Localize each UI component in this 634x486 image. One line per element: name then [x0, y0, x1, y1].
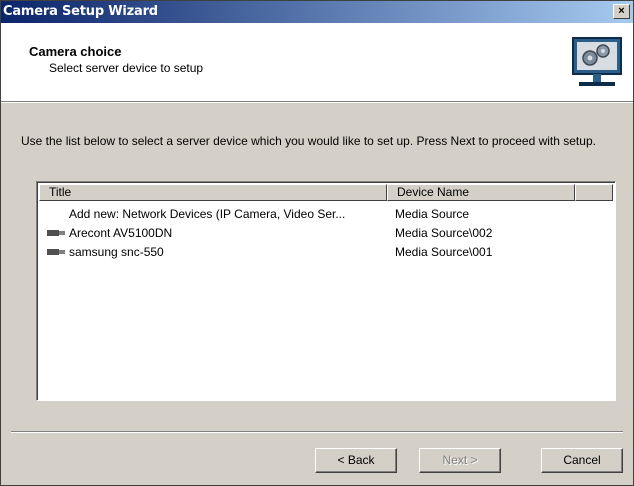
- column-header-title[interactable]: Title: [39, 184, 387, 201]
- header-title: Camera choice: [29, 44, 122, 59]
- next-button[interactable]: Next >: [419, 448, 501, 473]
- gears-monitor-icon: [572, 37, 622, 86]
- list-item-title-text: samsung snc-550: [69, 245, 164, 259]
- wizard-header: Camera choice Select server device to se…: [1, 23, 633, 102]
- cancel-button[interactable]: Cancel: [541, 448, 623, 473]
- header-subtitle: Select server device to setup: [49, 61, 204, 75]
- back-button[interactable]: < Back: [315, 448, 397, 473]
- camera-icon: [47, 230, 65, 236]
- instructions-text: Use the list below to select a server de…: [21, 134, 596, 148]
- list-item-device: Media Source\002: [395, 226, 493, 240]
- close-icon: ×: [618, 5, 625, 17]
- list-item-device: Media Source: [395, 207, 470, 221]
- list-item[interactable]: samsung snc-550 Media Source\001: [39, 243, 613, 262]
- device-list[interactable]: Title Device Name Add new: Network Devic…: [36, 181, 616, 401]
- column-header-device-name[interactable]: Device Name: [387, 184, 575, 201]
- header-separator: [1, 102, 633, 103]
- list-item-title-text: Arecont AV5100DN: [69, 226, 173, 240]
- list-item[interactable]: Arecont AV5100DN Media Source\002: [39, 224, 613, 243]
- footer-separator-highlight: [11, 432, 623, 433]
- close-button[interactable]: ×: [613, 4, 630, 19]
- wizard-window: Camera Setup Wizard × Camera choice Sele…: [0, 0, 634, 486]
- list-item[interactable]: Add new: Network Devices (IP Camera, Vid…: [39, 205, 613, 224]
- list-item-device: Media Source\001: [395, 245, 493, 259]
- camera-icon: [47, 249, 65, 255]
- window-title: Camera Setup Wizard: [3, 4, 158, 19]
- column-header-filler: [575, 184, 613, 201]
- list-item-title-text: Add new: Network Devices (IP Camera, Vid…: [69, 207, 346, 221]
- title-bar[interactable]: Camera Setup Wizard ×: [1, 1, 633, 23]
